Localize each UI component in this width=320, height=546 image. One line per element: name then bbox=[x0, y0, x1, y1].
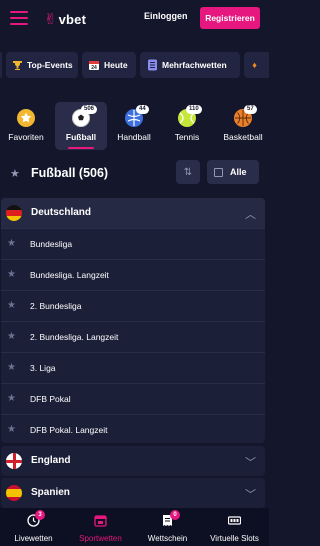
quick-links-bar: Top-Events 24 Heute Mehrfachwetten ♦ bbox=[0, 52, 269, 78]
league-name: Bundesliga bbox=[30, 239, 73, 249]
nav-label: Livewetten bbox=[14, 534, 53, 543]
flame-icon: ♦ bbox=[252, 60, 257, 70]
logo-mark-icon: ✌ bbox=[44, 11, 57, 28]
register-button[interactable]: Registrieren bbox=[200, 7, 260, 29]
league-item[interactable]: ★ DFB Pokal bbox=[1, 383, 265, 414]
menu-icon[interactable] bbox=[10, 11, 28, 25]
tab-fussball[interactable]: 506 Fußball bbox=[55, 102, 107, 150]
login-button[interactable]: Einloggen bbox=[144, 11, 188, 21]
germany-flag-icon bbox=[6, 205, 22, 221]
country-header-england[interactable]: England ﹀ bbox=[1, 446, 265, 476]
country-panel-deutschland: Deutschland ︿ ★ Bundesliga ★ Bundesliga.… bbox=[1, 198, 265, 443]
tab-favoriten[interactable]: Favoriten bbox=[0, 102, 52, 150]
country-header-deutschland[interactable]: Deutschland ︿ bbox=[1, 198, 265, 228]
sport-count-badge: 506 bbox=[81, 105, 98, 114]
quick-link-top-events[interactable]: Top-Events bbox=[6, 52, 78, 78]
league-item[interactable]: ★ 2. Bundesliga bbox=[1, 290, 265, 321]
nav-livewetten[interactable]: 3 Livewetten bbox=[0, 508, 67, 546]
nav-wettschein[interactable]: 0 Wettschein bbox=[134, 508, 201, 546]
sport-count-badge: 44 bbox=[136, 105, 149, 114]
league-item[interactable]: ★ 2. Bundesliga. Langzeit bbox=[1, 321, 265, 352]
star-icon[interactable]: ★ bbox=[10, 167, 20, 180]
league-name: 2. Bundesliga bbox=[30, 301, 82, 311]
bottom-navigation: 3 Livewetten Sportwetten 0 Wettschein Vi… bbox=[0, 508, 269, 546]
nav-virtuelle-slots[interactable]: Virtuelle Slots bbox=[201, 508, 268, 546]
league-item[interactable]: ★ DFB Pokal. Langzeit bbox=[1, 414, 265, 443]
league-name: 2. Bundesliga. Langzeit bbox=[30, 332, 119, 342]
quick-link-label: Mehrfachwetten bbox=[162, 60, 227, 70]
league-item[interactable]: ★ Bundesliga. Langzeit bbox=[1, 259, 265, 290]
sort-button[interactable]: ⇅ bbox=[176, 160, 200, 184]
league-name: DFB Pokal. Langzeit bbox=[30, 425, 108, 435]
star-icon[interactable]: ★ bbox=[7, 362, 16, 373]
star-icon[interactable]: ★ bbox=[7, 238, 16, 249]
tab-handball[interactable]: 44 Handball bbox=[108, 102, 160, 150]
sports-tabs: Favoriten 506 Fußball 44 Handball 110 Te… bbox=[0, 102, 269, 152]
logo-text: vbet bbox=[58, 11, 87, 27]
star-icon bbox=[17, 109, 35, 127]
chevron-down-icon: ﹀ bbox=[245, 489, 256, 501]
active-tab-indicator bbox=[68, 147, 94, 149]
calendar-icon bbox=[214, 167, 223, 177]
list-icon bbox=[146, 59, 158, 71]
chevron-down-icon: ﹀ bbox=[245, 457, 256, 469]
sport-count-badge: 57 bbox=[244, 105, 257, 114]
nav-badge: 3 bbox=[35, 510, 45, 520]
sport-label: Basketball bbox=[223, 132, 263, 142]
filter-label: Alle bbox=[230, 167, 247, 177]
section-header: ★ Fußball (506) ⇅ Alle bbox=[0, 160, 269, 188]
quick-link-partial[interactable] bbox=[0, 52, 2, 78]
time-filter-button[interactable]: Alle bbox=[207, 160, 259, 184]
quick-link-mehrfachwetten[interactable]: Mehrfachwetten bbox=[140, 52, 240, 78]
vbet-logo[interactable]: ✌ vbet bbox=[44, 10, 86, 28]
nav-label: Virtuelle Slots bbox=[210, 534, 259, 543]
quick-link-partial-next[interactable]: ♦ bbox=[244, 52, 269, 78]
england-flag-icon bbox=[6, 453, 22, 469]
chevron-up-icon: ︿ bbox=[245, 209, 256, 221]
sports-calendar-icon bbox=[94, 515, 107, 527]
sport-count-badge: 110 bbox=[186, 105, 202, 114]
spain-flag-icon bbox=[6, 485, 22, 501]
trophy-icon bbox=[12, 59, 23, 71]
sport-label: Fußball bbox=[65, 132, 97, 142]
league-name: 3. Liga bbox=[30, 363, 56, 373]
quick-link-label: Top-Events bbox=[27, 60, 73, 70]
page-title: Fußball (506) bbox=[31, 166, 109, 180]
nav-sportwetten[interactable]: Sportwetten bbox=[67, 508, 134, 546]
country-name: Spanien bbox=[31, 487, 70, 498]
league-item[interactable]: ★ Bundesliga bbox=[1, 228, 265, 259]
nav-label: Sportwetten bbox=[79, 534, 122, 543]
sport-label: Tennis bbox=[174, 132, 200, 142]
quick-link-heute[interactable]: 24 Heute bbox=[82, 52, 136, 78]
sort-arrows-icon: ⇅ bbox=[183, 166, 193, 178]
svg-text:24: 24 bbox=[91, 65, 97, 71]
tab-tennis[interactable]: 110 Tennis bbox=[161, 102, 213, 150]
slots-icon bbox=[228, 516, 241, 525]
star-icon[interactable]: ★ bbox=[7, 424, 16, 435]
nav-label: Wettschein bbox=[147, 534, 188, 543]
league-name: Bundesliga. Langzeit bbox=[30, 270, 109, 280]
league-item[interactable]: ★ 3. Liga bbox=[1, 352, 265, 383]
sport-label: Handball bbox=[117, 132, 151, 142]
nav-badge: 0 bbox=[170, 510, 180, 520]
app-header: ✌ vbet Einloggen Registrieren bbox=[0, 0, 269, 38]
star-icon[interactable]: ★ bbox=[7, 269, 16, 280]
calendar-icon: 24 bbox=[88, 59, 100, 71]
country-name: England bbox=[31, 455, 71, 466]
country-name: Deutschland bbox=[31, 207, 92, 218]
sport-label: Favoriten bbox=[8, 132, 44, 142]
country-header-spanien[interactable]: Spanien ﹀ bbox=[1, 478, 265, 508]
star-icon[interactable]: ★ bbox=[7, 393, 16, 404]
tab-basketball[interactable]: 57 Basketball bbox=[217, 102, 269, 150]
quick-link-label: Heute bbox=[104, 60, 128, 70]
star-icon[interactable]: ★ bbox=[7, 331, 16, 342]
star-icon[interactable]: ★ bbox=[7, 300, 16, 311]
league-name: DFB Pokal bbox=[30, 394, 71, 404]
